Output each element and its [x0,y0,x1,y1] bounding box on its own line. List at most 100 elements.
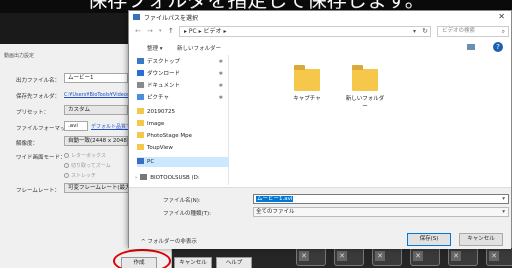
sidebar-item-label: PhotoStage Mpe [147,133,192,139]
sidebar-item[interactable]: デスクトップ ✱ [137,57,229,67]
document-icon [137,82,144,88]
folder-label: 新しいフォルダー [345,96,385,110]
sidebar-item[interactable]: › BIOTOOLSUSB (D: [135,173,229,183]
download-icon [137,70,144,76]
pin-icon: ✱ [218,95,223,101]
sidebar-item-label: 20190725 [147,109,175,115]
hide-folders-toggle[interactable]: ^ フォルダーの非表示 [141,237,197,245]
refresh-icon[interactable]: ↻ [422,27,428,36]
app-icon [133,14,140,20]
pin-icon: ✱ [218,83,223,89]
sidebar-item[interactable]: ピクチャ ✱ [137,93,229,103]
cancel-button[interactable]: キャンセル [459,233,503,246]
video-thumbnail[interactable]: ✕ [410,246,440,266]
help-icon[interactable]: ? [493,42,503,52]
back-cancel-button[interactable]: キャンセル [174,257,212,268]
navigation-bar: ← → ▾ ↑ ▸ PC ▸ ビデオ ▸ ▾ ↻ ビデオの検索 ⌕ [129,25,511,39]
close-icon[interactable]: ✕ [337,251,347,261]
search-icon: ⌕ [501,28,505,35]
save-folder-link[interactable]: C:¥Users¥BioTools¥Videos [64,92,130,98]
file-list-area: キャプチャ 新しいフォルダー [231,55,511,185]
sidebar-item[interactable]: ダウンロード ✱ [137,69,229,79]
sidebar-item[interactable]: 20190725 [137,107,229,117]
dialog-title: 動画出力設定 [4,53,35,59]
framerate-select[interactable]: 可変フレームレート(最大29.9… [64,183,130,193]
video-thumbnail[interactable]: ✕ [448,246,478,266]
wide-mode-label: ワイド画面モード： [16,155,66,161]
pin-icon: ✱ [218,71,223,77]
pictures-icon [137,94,144,100]
folder-icon [137,144,144,150]
save-options-panel: ファイル名(N): ムービー1.avi ▾ ファイルの種類(T): 全てのファイ… [129,187,511,249]
back-arrow-icon[interactable]: ← [135,27,141,35]
save-folder-label: 保存先フォルダ： [16,94,61,100]
pc-icon [137,158,144,164]
video-thumbnail[interactable]: ✕ [334,246,364,266]
sidebar-item-label: BIOTOOLSUSB (D: [150,175,200,181]
chevron-down-icon[interactable]: ▾ [502,208,505,216]
sidebar-item[interactable]: ドキュメント ✱ [137,81,229,91]
folder-icon [137,108,144,114]
video-thumbnail[interactable]: ✕ [372,246,402,266]
video-thumbnail[interactable]: ✕ [486,246,512,266]
save-button[interactable]: 保存(S) [407,233,451,246]
file-path-dialog: ファイルパスを選択 ✕ ← → ▾ ↑ ▸ PC ▸ ビデオ ▸ ▾ ↻ ビデオ… [128,10,512,249]
radio-stretch[interactable]: ストレッチ [64,172,96,179]
video-thumbnail[interactable]: ✕ [296,246,326,266]
organize-menu[interactable]: 整理 ▾ [147,44,163,52]
sidebar-item-label: ToupView [147,145,173,151]
filename-label: ファイル名(N): [163,198,201,204]
close-icon[interactable]: ✕ [375,251,385,261]
highlight-ellipse [113,249,171,268]
resolution-select[interactable]: 自動一致(2448 x 2048) [64,136,128,146]
output-name-label: 出力ファイル名： [16,78,61,84]
sidebar-item-label: ダウンロード [147,71,181,77]
close-icon[interactable]: ✕ [498,12,505,21]
sidebar-item[interactable]: PC [137,157,229,167]
chevron-down-icon[interactable]: ▾ [413,27,416,36]
chevron-down-icon[interactable]: ▾ [502,195,505,203]
folder-icon [137,132,144,138]
view-options-icon[interactable] [467,44,475,50]
search-input[interactable]: ビデオの検索 ⌕ [437,26,509,37]
radio-button-icon [64,173,69,178]
folder-item[interactable]: 新しいフォルダー [345,65,385,110]
dialog-toolbar: 整理 ▾ 新しいフォルダー ? [129,41,511,53]
chevron-right-icon[interactable]: › [135,175,137,181]
recent-dropdown-icon[interactable]: ▾ [159,28,162,34]
pin-icon: ✱ [218,59,223,65]
folder-icon [294,65,320,91]
preset-select[interactable]: カスタム [64,105,128,115]
address-bar[interactable]: ▸ PC ▸ ビデオ ▸ ▾ ↻ [179,26,431,37]
close-icon[interactable]: ✕ [299,251,309,261]
sidebar-item[interactable]: Image [137,119,229,129]
back-help-button[interactable]: ヘルプ [216,257,252,268]
filename-input[interactable]: ムービー1.avi ▾ [253,194,509,204]
output-name-field[interactable]: ムービー1 [64,73,128,83]
desktop-icon [137,58,144,64]
sidebar-item-label: ドキュメント [147,83,181,89]
new-folder-button[interactable]: 新しいフォルダー [177,44,221,52]
usb-drive-icon [140,174,148,180]
navigation-pane: デスクトップ ✱ ダウンロード ✱ ドキュメント ✱ ピクチャ ✱ 20190725 Image P… [129,55,229,185]
folder-icon [352,65,378,91]
sidebar-item[interactable]: ToupView [137,143,229,153]
radio-button-icon [64,153,69,158]
radio-button-icon [64,163,69,168]
close-icon[interactable]: ✕ [489,251,499,261]
radio-crop-zoom[interactable]: 切り取ってズーム [64,162,111,169]
dialog-title: ファイルパスを選択 [144,15,199,22]
sidebar-item[interactable]: PhotoStage Mpe [137,131,229,141]
resolution-label: 解像度： [16,141,39,147]
forward-arrow-icon[interactable]: → [147,27,153,35]
format-select[interactable]: .avi [64,121,88,131]
close-icon[interactable]: ✕ [451,251,461,261]
dialog-titlebar: ファイルパスを選択 ✕ [129,11,511,23]
preset-label: プリセット： [16,110,50,116]
folder-item[interactable]: キャプチャ [287,65,327,102]
radio-letterbox[interactable]: レターボックス [64,152,106,159]
close-icon[interactable]: ✕ [413,251,423,261]
up-arrow-icon[interactable]: ↑ [168,27,174,35]
filetype-select[interactable]: 全てのファイル ▾ [253,207,509,217]
folder-label: キャプチャ [293,96,321,102]
